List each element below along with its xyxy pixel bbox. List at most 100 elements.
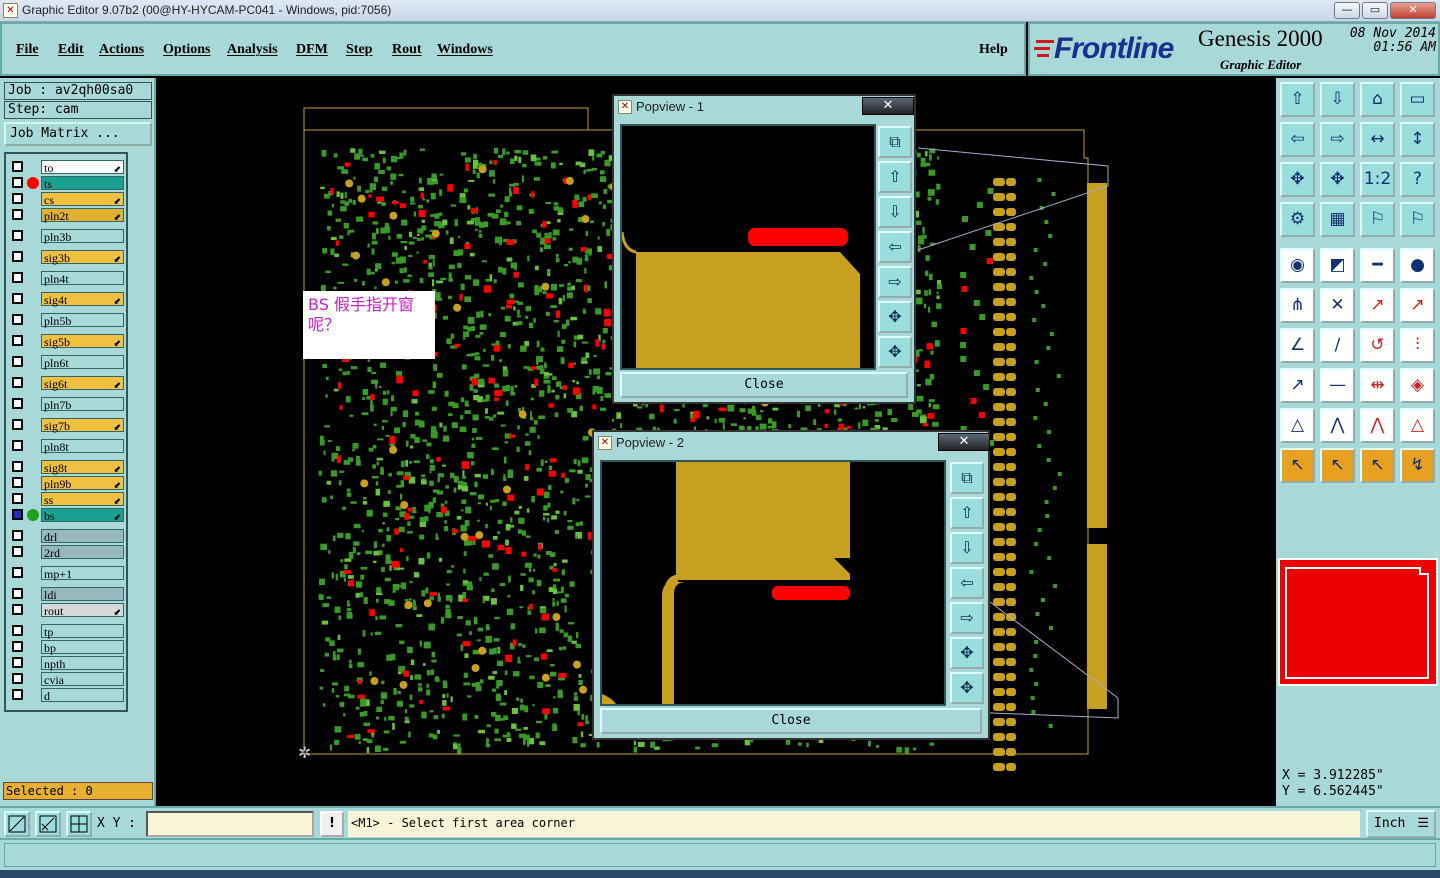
layer-row-ldi[interactable]: ldi: [8, 587, 126, 602]
menu-windows[interactable]: Windows: [437, 42, 493, 58]
arrow-up-icon[interactable]: ⋀: [1320, 408, 1355, 443]
node-arrow2-icon[interactable]: ↗: [1400, 288, 1435, 323]
minimap[interactable]: [1278, 558, 1438, 686]
layer-checkbox[interactable]: [12, 689, 23, 700]
maximize-button[interactable]: ▭: [1362, 2, 1388, 19]
zoom-in-icon[interactable]: ⇧: [950, 497, 984, 529]
pan-left-icon[interactable]: ⇦: [1280, 122, 1315, 157]
layer-row-tp[interactable]: tp: [8, 624, 126, 639]
menu-step[interactable]: Step: [346, 42, 372, 58]
zoom-center-icon[interactable]: ✥: [1320, 162, 1355, 197]
layer-checkbox[interactable]: [12, 588, 23, 599]
xy-input[interactable]: [146, 811, 314, 837]
line-dash-icon[interactable]: —: [1320, 368, 1355, 403]
home-icon[interactable]: ⌂: [1360, 82, 1395, 117]
zoom-in-icon[interactable]: ⇧: [878, 161, 912, 193]
undo-arc-icon[interactable]: ↺: [1360, 328, 1395, 363]
layer-checkbox[interactable]: [12, 177, 23, 188]
layer-checkbox[interactable]: [12, 530, 23, 541]
swap-icon[interactable]: ↕: [1400, 122, 1435, 157]
layer-row-cs[interactable]: cs ⬋: [8, 192, 126, 207]
zoom-ratio-icon[interactable]: 1:2: [1360, 162, 1395, 197]
menu-file[interactable]: File: [16, 42, 39, 58]
layer-row-pln2t[interactable]: pln2t ⬋: [8, 208, 126, 223]
select-route-icon[interactable]: ↯: [1400, 448, 1435, 483]
select-lasso-icon[interactable]: ↖: [1360, 448, 1395, 483]
pan-right-icon[interactable]: ⇨: [1320, 122, 1355, 157]
layer-checkbox[interactable]: [12, 209, 23, 220]
measure-icon[interactable]: [35, 811, 61, 837]
layer-checkbox[interactable]: [12, 657, 23, 668]
connect-nodes-icon[interactable]: ⋔: [1280, 288, 1315, 323]
layer-row-sig8t[interactable]: sig8t ⬋: [8, 460, 126, 475]
menu-dfm[interactable]: DFM: [296, 42, 328, 58]
select-box-icon[interactable]: ↖: [1320, 448, 1355, 483]
layers-tool-icon[interactable]: ⚙: [1280, 202, 1315, 237]
popview-2-view[interactable]: [600, 460, 946, 706]
layer-checkbox[interactable]: [12, 673, 23, 684]
layer-row-to[interactable]: to ⬋: [8, 160, 126, 175]
layer-row-sig5b[interactable]: sig5b ⬋: [8, 334, 126, 349]
pan-right-icon[interactable]: ⇨: [950, 602, 984, 634]
layer-checkbox[interactable]: [12, 377, 23, 388]
popview-1-view[interactable]: [620, 124, 876, 370]
zoom-center-icon[interactable]: ✥: [950, 672, 984, 704]
layer-row-ts[interactable]: ts: [8, 176, 126, 191]
add-pad-icon[interactable]: ◉: [1280, 248, 1315, 283]
close-window-button[interactable]: ✕: [1390, 2, 1436, 19]
pan-right-icon[interactable]: ⇨: [878, 266, 912, 298]
layer-checkbox[interactable]: [12, 604, 23, 615]
angle-line-icon[interactable]: ∠: [1280, 328, 1315, 363]
layer-checkbox[interactable]: [12, 230, 23, 241]
layer-checkbox[interactable]: [12, 398, 23, 409]
shapes-icon[interactable]: ◈: [1400, 368, 1435, 403]
menu-options[interactable]: Options: [163, 42, 210, 58]
circle-pad-icon[interactable]: ●: [1400, 248, 1435, 283]
mirror-icon[interactable]: ↔: [1360, 122, 1395, 157]
pan-left-icon[interactable]: ⇦: [950, 567, 984, 599]
zoom-fit-icon[interactable]: ✥: [1280, 162, 1315, 197]
layer-row-2rd[interactable]: 2rd: [8, 545, 126, 560]
layer-checkbox[interactable]: [12, 419, 23, 430]
layer-checkbox[interactable]: [12, 493, 23, 504]
layer-row-pln8t[interactable]: pln8t: [8, 439, 126, 454]
arrow-up-red-icon[interactable]: ⋀: [1360, 408, 1395, 443]
grid-icon[interactable]: ▦: [1320, 202, 1355, 237]
node-arrow-icon[interactable]: ↗: [1360, 288, 1395, 323]
triangle-tools-icon[interactable]: △: [1400, 408, 1435, 443]
home-down-icon[interactable]: ⇩: [1320, 82, 1355, 117]
zoom-fit-icon[interactable]: ✥: [878, 301, 912, 333]
layer-row-pln4t[interactable]: pln4t: [8, 271, 126, 286]
layer-stack-red2-icon[interactable]: ⚐: [1400, 202, 1435, 237]
layer-row-bp[interactable]: bp: [8, 640, 126, 655]
layer-row-sig3b[interactable]: sig3b ⬋: [8, 250, 126, 265]
layer-row-bs[interactable]: bs ⬋: [8, 508, 126, 523]
zoom-out-icon[interactable]: ⇩: [878, 196, 912, 228]
pan-left-icon[interactable]: ⇦: [878, 231, 912, 263]
color-palette-icon[interactable]: ◩: [1320, 248, 1355, 283]
layer-checkbox[interactable]: [12, 193, 23, 204]
triangle-icon[interactable]: △: [1280, 408, 1315, 443]
minimize-button[interactable]: —: [1334, 2, 1360, 19]
layer-row-pln6t[interactable]: pln6t: [8, 355, 126, 370]
layer-checkbox[interactable]: [12, 335, 23, 346]
layer-checkbox[interactable]: [12, 440, 23, 451]
menu-rout[interactable]: Rout: [392, 42, 422, 58]
layer-row-pln7b[interactable]: pln7b: [8, 397, 126, 412]
home-up-icon[interactable]: ⇧: [1280, 82, 1315, 117]
layer-checkbox[interactable]: [12, 625, 23, 636]
layer-row-sig4t[interactable]: sig4t ⬋: [8, 292, 126, 307]
popview-2-close-button[interactable]: Close: [600, 708, 982, 734]
zoom-window-icon[interactable]: ⧉: [950, 462, 984, 494]
job-matrix-button[interactable]: Job Matrix ...: [4, 122, 152, 146]
ruler-icon[interactable]: ━: [1360, 248, 1395, 283]
layer-checkbox[interactable]: [12, 461, 23, 472]
layer-checkbox[interactable]: [12, 161, 23, 172]
layer-row-d[interactable]: d: [8, 688, 126, 703]
layer-checkbox[interactable]: [12, 251, 23, 262]
menu-help[interactable]: Help: [979, 42, 1008, 58]
menu-actions[interactable]: Actions: [99, 42, 144, 58]
alert-icon[interactable]: !: [320, 811, 344, 837]
help-query-icon[interactable]: ?: [1400, 162, 1435, 197]
layer-checkbox[interactable]: [12, 477, 23, 488]
